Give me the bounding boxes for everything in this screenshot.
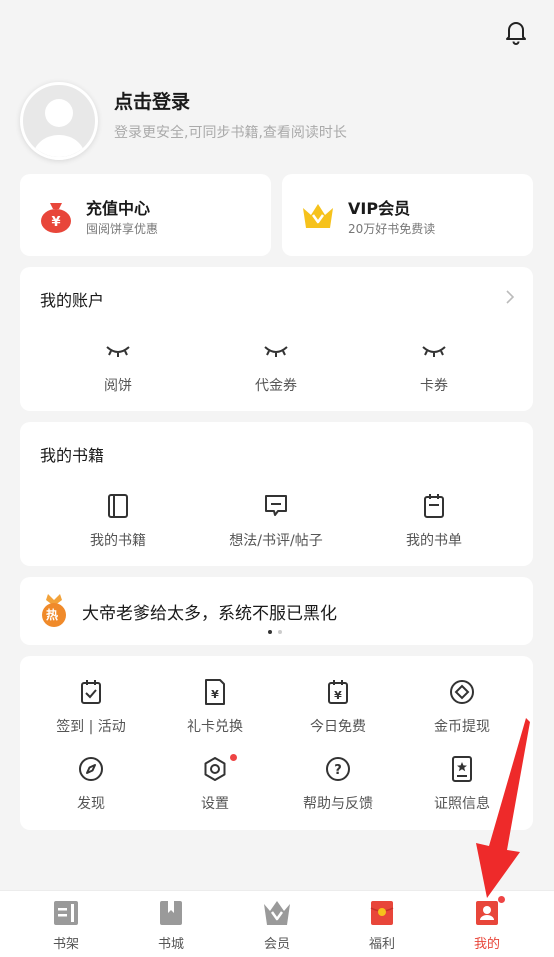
- tool-label: 帮助与反馈: [303, 796, 373, 812]
- account-item-voucher[interactable]: 代金券: [216, 337, 336, 395]
- tool-label: 金币提现: [434, 719, 490, 735]
- tool-label: 设置: [201, 796, 229, 812]
- help-icon: ?: [326, 757, 350, 781]
- banner-pager: [268, 630, 282, 634]
- bookstore-icon: [160, 901, 182, 925]
- tab-label: 书城: [157, 937, 184, 952]
- crown-icon: [264, 901, 290, 925]
- vip-member-card[interactable]: VIP会员 20万好书免费读: [282, 174, 533, 256]
- hot-book-title: 大帝老爹给太多，系统不服已黑化: [82, 604, 337, 624]
- recharge-subtitle: 囤阅饼享优惠: [86, 222, 159, 236]
- account-item-label: 代金券: [255, 378, 297, 394]
- account-item-label: 卡券: [420, 378, 448, 394]
- comment-icon: [265, 495, 287, 516]
- books-item-label: 我的书籍: [90, 533, 146, 549]
- svg-text:¥: ¥: [211, 688, 219, 701]
- account-section-title[interactable]: 我的账户: [40, 287, 104, 311]
- hidden-eye-icon: [422, 346, 446, 357]
- vip-title: VIP会员: [348, 199, 411, 218]
- svg-text:¥: ¥: [334, 689, 342, 702]
- tool-free-today[interactable]: ¥ 今日免费: [274, 678, 402, 736]
- money-bag-icon: ¥: [41, 203, 71, 233]
- svg-text:¥: ¥: [51, 215, 60, 230]
- compass-icon: [79, 757, 103, 781]
- bell-icon: [506, 22, 526, 45]
- my-account-card: 我的账户 阅饼 代金券 卡券: [20, 267, 533, 411]
- tools-grid-card: 签到 | 活动 ¥ 礼卡兑换 ¥ 今日免费 金币提现 发现 设置 ? 帮助与反馈…: [20, 656, 533, 830]
- tab-label: 我的: [473, 937, 500, 952]
- recharge-center-card[interactable]: ¥ 充值中心 囤阅饼享优惠: [20, 174, 271, 256]
- hidden-eye-icon: [264, 346, 288, 357]
- hidden-eye-icon: [106, 346, 130, 357]
- books-item-thoughts[interactable]: 想法/书评/帖子: [216, 492, 336, 550]
- tab-label: 会员: [263, 937, 290, 952]
- vip-subtitle: 20万好书免费读: [348, 222, 436, 236]
- hot-book-banner[interactable]: 热 大帝老爹给太多，系统不服已黑化: [20, 577, 533, 645]
- tool-withdraw[interactable]: 金币提现: [398, 678, 526, 736]
- tool-checkin[interactable]: 签到 | 活动: [27, 678, 155, 736]
- tab-label: 福利: [368, 937, 395, 952]
- books-item-my-books[interactable]: 我的书籍: [58, 492, 178, 550]
- tab-welfare[interactable]: 福利: [327, 899, 437, 952]
- tab-mine[interactable]: 我的: [432, 896, 542, 952]
- tool-settings[interactable]: 设置: [151, 754, 279, 813]
- tab-bookstore[interactable]: 书城: [116, 899, 226, 952]
- account-item-card-coupon[interactable]: 卡券: [374, 337, 494, 395]
- account-item-label: 阅饼: [104, 378, 132, 394]
- recharge-title: 充值中心: [86, 199, 151, 218]
- settings-gear-icon: [204, 757, 226, 781]
- bottom-tab-bar: 书架 书城 会员 福利 我的: [0, 890, 554, 957]
- my-books-card: 我的书籍 我的书籍 想法/书评/帖子 我的书单: [20, 422, 533, 566]
- tool-label: 礼卡兑换: [187, 719, 243, 735]
- tab-membership[interactable]: 会员: [222, 899, 332, 952]
- login-subtitle: 登录更安全,可同步书籍,查看阅读时长: [114, 125, 347, 141]
- books-section-title: 我的书籍: [40, 446, 105, 465]
- gift-card-icon: ¥: [205, 679, 225, 705]
- booklist-icon: [424, 494, 444, 518]
- default-avatar-icon: [33, 99, 85, 157]
- tool-label: 今日免费: [310, 719, 366, 735]
- tab-label: 书架: [52, 937, 79, 952]
- account-item-yuebing[interactable]: 阅饼: [58, 337, 178, 395]
- svg-text:?: ?: [334, 763, 342, 778]
- profile-header[interactable]: 点击登录 登录更安全,可同步书籍,查看阅读时长: [18, 80, 538, 160]
- hot-badge-text: 热: [46, 608, 59, 622]
- license-icon: [452, 756, 472, 782]
- mine-notification-dot: [498, 896, 505, 903]
- login-title[interactable]: 点击登录: [114, 87, 190, 114]
- notification-bell-button[interactable]: [500, 16, 532, 48]
- tool-label: 证照信息: [434, 796, 490, 812]
- crown-icon: [303, 204, 333, 228]
- books-item-label: 想法/书评/帖子: [229, 533, 323, 549]
- tool-discover[interactable]: 发现: [27, 755, 155, 813]
- tool-giftcard[interactable]: ¥ 礼卡兑换: [151, 678, 279, 736]
- books-item-booklist[interactable]: 我的书单: [374, 492, 494, 550]
- tool-label: 签到 | 活动: [56, 719, 126, 735]
- pager-dot-active: [268, 630, 272, 634]
- bookshelf-icon: [54, 901, 78, 925]
- tool-license[interactable]: 证照信息: [398, 755, 526, 813]
- book-icon: [108, 494, 128, 518]
- user-profile-icon: [476, 901, 498, 925]
- pager-dot: [278, 630, 282, 634]
- settings-notification-dot: [230, 754, 237, 761]
- red-packet-icon: [370, 901, 394, 925]
- tool-label: 发现: [77, 796, 105, 812]
- coin-icon: [450, 680, 474, 704]
- avatar[interactable]: [20, 82, 98, 160]
- tool-help[interactable]: ? 帮助与反馈: [274, 755, 402, 813]
- tab-bookshelf[interactable]: 书架: [11, 899, 121, 952]
- calendar-check-icon: [81, 680, 101, 704]
- free-calendar-icon: ¥: [328, 680, 348, 704]
- chevron-right-icon[interactable]: [505, 289, 515, 305]
- books-item-label: 我的书单: [406, 533, 462, 549]
